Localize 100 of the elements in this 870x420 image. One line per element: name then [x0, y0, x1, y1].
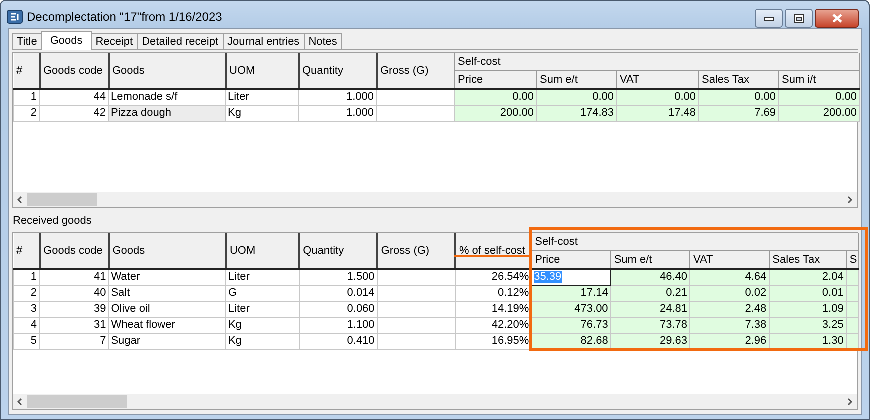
horizontal-scrollbar[interactable]	[13, 394, 857, 409]
table-cell: Liter	[226, 302, 300, 318]
table-cell: 2	[14, 286, 40, 302]
column-group-header: Self-cost	[454, 53, 860, 70]
table-cell: 14.19%	[455, 302, 532, 318]
table-cell: 7.38	[690, 318, 770, 334]
scroll-left-icon	[17, 196, 23, 204]
column-header[interactable]: Gross (G)	[376, 53, 454, 89]
table-cell: 1.100	[299, 318, 378, 334]
table-cell: 24.81	[610, 302, 690, 318]
table-cell: 42.20%	[455, 318, 532, 334]
scroll-right-icon	[847, 196, 853, 204]
scroll-thumb[interactable]	[27, 193, 97, 206]
table-cell: 1.500	[299, 269, 378, 286]
column-header[interactable]: UOM	[226, 53, 298, 89]
table-cell: 1.09	[769, 302, 846, 318]
column-header[interactable]: Sales Tax	[698, 70, 778, 89]
table-cell: 1	[14, 269, 40, 286]
column-header[interactable]: UOM	[226, 233, 300, 269]
maximize-button[interactable]	[785, 9, 813, 28]
table-cell: 0.00	[616, 89, 698, 106]
column-header[interactable]: Goods	[108, 53, 226, 89]
column-header[interactable]: Sum e/t	[610, 250, 690, 269]
table-cell: 0.01	[769, 286, 846, 302]
table-cell: Sugar	[108, 334, 226, 350]
minimize-icon	[764, 16, 774, 22]
table-cell: 0.014	[299, 286, 378, 302]
table-cell: 5	[14, 334, 40, 350]
scroll-left-icon	[17, 398, 23, 406]
tab[interactable]: Receipt	[90, 33, 138, 49]
column-header[interactable]: VAT	[690, 250, 770, 269]
tab[interactable]: Goods	[41, 31, 92, 50]
table-cell: Water	[108, 269, 226, 286]
table-cell: Kg	[226, 318, 300, 334]
table-cell: Wheat flower	[108, 318, 226, 334]
table-cell: 42	[40, 106, 108, 122]
column-group-header: Self-cost	[532, 233, 858, 250]
column-header[interactable]: % of self-cost	[455, 233, 532, 269]
table-cell: 0.12%	[455, 286, 532, 302]
section-label: Received goods	[12, 214, 93, 229]
column-header[interactable]: Sales Tax	[769, 250, 846, 269]
column-header[interactable]: #	[14, 233, 40, 269]
table-cell: 44	[40, 89, 108, 106]
tab[interactable]: Title	[12, 33, 42, 49]
app-icon	[7, 8, 23, 24]
close-icon	[832, 14, 842, 23]
table-cell: 473.00	[532, 302, 611, 318]
table-cell: 174.83	[536, 106, 616, 122]
column-header[interactable]: Goods code	[40, 233, 109, 269]
close-button[interactable]	[815, 9, 859, 28]
table-cell: 200.00	[454, 106, 536, 122]
table-cell: 31	[40, 318, 109, 334]
minimize-button[interactable]	[755, 9, 783, 28]
column-header[interactable]: #	[14, 53, 40, 89]
table-cell: 41	[40, 269, 109, 286]
table-cell: 7	[40, 334, 109, 350]
column-header[interactable]: VAT	[616, 70, 698, 89]
tab[interactable]: Detailed receipt	[137, 33, 224, 49]
scroll-right-icon	[847, 398, 853, 406]
table-cell: Liter	[226, 89, 298, 106]
table-cell: 3	[14, 302, 40, 318]
maximize-icon	[794, 14, 804, 23]
table-cell: Kg	[226, 334, 300, 350]
table-cell: 76.73	[532, 318, 611, 334]
table-cell: 26.54%	[455, 269, 532, 286]
column-header[interactable]: Price	[532, 250, 611, 269]
table-cell: Salt	[108, 286, 226, 302]
table-cell: 2	[14, 106, 40, 122]
table-cell: 0.21	[610, 286, 690, 302]
column-header[interactable]: Gross (G)	[377, 233, 456, 269]
table-cell: 17.14	[532, 286, 611, 302]
column-header[interactable]: Goods code	[40, 53, 108, 89]
table-cell: 0.00	[536, 89, 616, 106]
column-header[interactable]: Price	[454, 70, 536, 89]
table-cell: 0.00	[698, 89, 778, 106]
table-cell: 1	[14, 89, 40, 106]
table-cell: 200.00	[778, 106, 860, 122]
table-cell: Pizza dough	[108, 106, 226, 122]
column-header[interactable]: Quantity	[298, 53, 376, 89]
table-cell: Liter	[226, 269, 300, 286]
table-cell: 2.04	[769, 269, 846, 286]
table-cell: Olive oil	[108, 302, 226, 318]
table-cell: 0.02	[690, 286, 770, 302]
tab[interactable]: Notes	[304, 33, 342, 49]
column-header[interactable]: Goods	[108, 233, 226, 269]
table-cell: 39	[40, 302, 109, 318]
table-cell: 73.78	[610, 318, 690, 334]
column-header[interactable]: Sum i/t	[778, 70, 860, 89]
column-header[interactable]: Quantity	[299, 233, 378, 269]
table-cell: 4.64	[690, 269, 770, 286]
table-cell: 3.25	[769, 318, 846, 334]
table-cell: 16.95%	[455, 334, 532, 350]
table-cell: 7.69	[698, 106, 778, 122]
table-cell: 17.48	[616, 106, 698, 122]
column-header[interactable]: Sum e/t	[536, 70, 616, 89]
scroll-thumb[interactable]	[27, 395, 127, 408]
table-cell: 1.000	[298, 106, 376, 122]
horizontal-scrollbar[interactable]	[13, 192, 857, 207]
table-cell: 0.410	[299, 334, 378, 350]
table-cell: 40	[40, 286, 109, 302]
